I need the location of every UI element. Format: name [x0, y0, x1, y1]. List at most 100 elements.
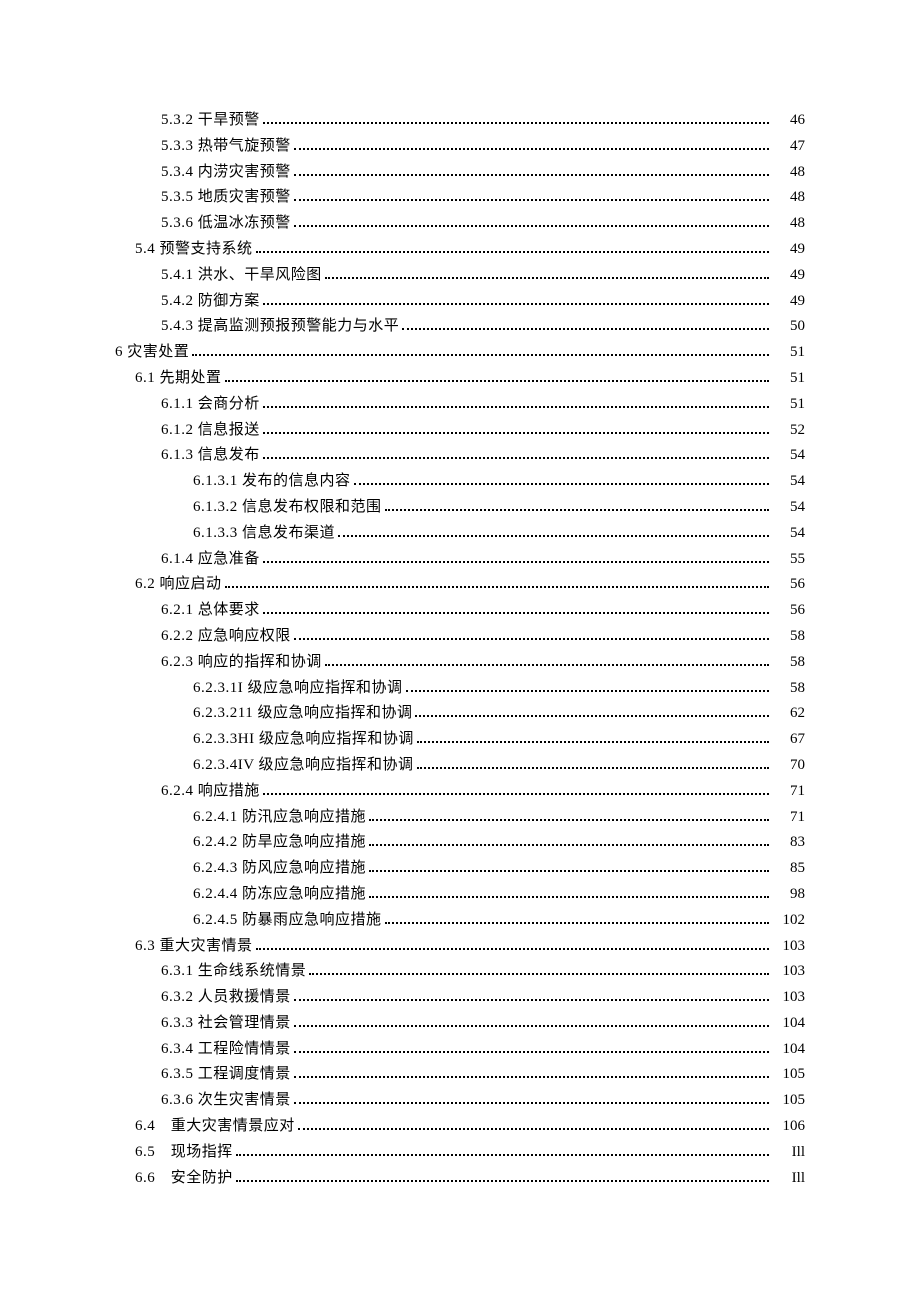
toc-entry-page: 58: [772, 676, 805, 702]
toc-entry-label: 6.3.5 工程调度情景: [161, 1062, 291, 1088]
toc-entry[interactable]: 6.3.6 次生灾害情景 105: [115, 1088, 805, 1114]
toc-entry[interactable]: 6.2.1 总体要求56: [115, 598, 805, 624]
toc-entry[interactable]: 6.3.4 工程险情情景104: [115, 1037, 805, 1063]
toc-leader-dots: [236, 1154, 769, 1156]
toc-entry[interactable]: 6.2 响应启动 56: [115, 572, 805, 598]
toc-entry[interactable]: 6.1.3.3 信息发布渠道54: [115, 521, 805, 547]
toc-leader-dots: [309, 973, 769, 975]
toc-entry[interactable]: 6.2.3.3HI 级应急响应指挥和协调67: [115, 727, 805, 753]
toc-entry-label: 6.3.6 次生灾害情景: [161, 1088, 291, 1114]
toc-entry[interactable]: 6.1.3.1 发布的信息内容54: [115, 469, 805, 495]
toc-entry[interactable]: 6.3 重大灾害情景103: [115, 934, 805, 960]
toc-leader-dots: [417, 767, 769, 769]
toc-entry-label: 5.4.2 防御方案: [161, 289, 260, 315]
toc-entry[interactable]: 6.2.2 应急响应权限58: [115, 624, 805, 650]
toc-entry-page: 55: [772, 547, 805, 573]
toc-leader-dots: [236, 1180, 769, 1182]
toc-entry-label: 6.3.1 生命线系统情景: [161, 959, 306, 985]
toc-entry-label: 6.2.4.5 防暴雨应急响应措施: [193, 908, 382, 934]
toc-entry-page: 47: [772, 134, 805, 160]
toc-entry[interactable]: 6.2.3.1I 级应急响应指挥和协调58: [115, 676, 805, 702]
toc-entry-page: 54: [772, 469, 805, 495]
toc-entry[interactable]: 6.1 先期处置 51: [115, 366, 805, 392]
toc-leader-dots: [354, 483, 769, 485]
toc-entry-page: Ill: [772, 1166, 805, 1192]
toc-entry-page: 67: [772, 727, 805, 753]
toc-entry-page: 106: [772, 1114, 805, 1140]
toc-entry[interactable]: 5.4.3 提高监测预报预警能力与水平50: [115, 314, 805, 340]
toc-entry-page: 105: [772, 1088, 805, 1114]
toc-leader-dots: [263, 561, 769, 563]
toc-entry-label: 6.1.3.2 信息发布权限和范围: [193, 495, 382, 521]
toc-entry[interactable]: 6.1.3.2 信息发布权限和范围 54: [115, 495, 805, 521]
toc-entry[interactable]: 6.5 现场指挥Ill: [115, 1140, 805, 1166]
toc-entry-page: 54: [772, 495, 805, 521]
toc-entry-label: 5.3.2 干旱预警: [161, 108, 260, 134]
toc-entry[interactable]: 6.2.4.5 防暴雨应急响应措施 102: [115, 908, 805, 934]
toc-entry-page: 56: [772, 572, 805, 598]
toc-entry-label: 5.3.4 内涝灾害预警: [161, 160, 291, 186]
toc-entry-page: 102: [772, 908, 805, 934]
toc-entry[interactable]: 6.3.2 人员救援情景103: [115, 985, 805, 1011]
toc-leader-dots: [263, 122, 769, 124]
toc-leader-dots: [294, 225, 769, 227]
toc-entry[interactable]: 6.1.4 应急准备 55: [115, 547, 805, 573]
toc-entry-label: 6.2.4 响应措施: [161, 779, 260, 805]
toc-leader-dots: [294, 999, 769, 1001]
toc-leader-dots: [369, 819, 769, 821]
toc-entry-label: 6.2.4.1 防汛应急响应措施: [193, 805, 366, 831]
toc-leader-dots: [338, 535, 769, 537]
toc-entry[interactable]: 5.4 预警支持系统49: [115, 237, 805, 263]
toc-entry-page: 62: [772, 701, 805, 727]
toc-entry[interactable]: 6.2.3 响应的指挥和协调58: [115, 650, 805, 676]
toc-leader-dots: [385, 509, 769, 511]
toc-entry[interactable]: 6.2.4.4 防冻应急响应措施98: [115, 882, 805, 908]
toc-entry-label: 6.3 重大灾害情景: [135, 934, 253, 960]
toc-entry[interactable]: 6.1.1 会商分析51: [115, 392, 805, 418]
toc-entry[interactable]: 5.4.1 洪水、干旱风险图49: [115, 263, 805, 289]
toc-entry[interactable]: 5.4.2 防御方案 49: [115, 289, 805, 315]
toc-entry[interactable]: 6.1.2 信息报送52: [115, 418, 805, 444]
toc-entry[interactable]: 6.3.3 社会管理情景104: [115, 1011, 805, 1037]
toc-entry[interactable]: 6.4 重大灾害情景应对106: [115, 1114, 805, 1140]
toc-leader-dots: [402, 328, 769, 330]
toc-entry[interactable]: 6.2.4.2 防旱应急响应措施83: [115, 830, 805, 856]
toc-entry-label: 6.1 先期处置: [135, 366, 222, 392]
toc-leader-dots: [263, 612, 769, 614]
toc-entry[interactable]: 6.3.1 生命线系统情景103: [115, 959, 805, 985]
toc-leader-dots: [263, 457, 769, 459]
toc-entry-page: 71: [772, 805, 805, 831]
toc-entry[interactable]: 6.1.3 信息发布54: [115, 443, 805, 469]
toc-entry[interactable]: 6.2.4.1 防汛应急响应措施 71: [115, 805, 805, 831]
toc-entry[interactable]: 5.3.6 低温冰冻预警48: [115, 211, 805, 237]
toc-leader-dots: [369, 870, 769, 872]
toc-entry[interactable]: 5.3.3 热带气旋预警47: [115, 134, 805, 160]
toc-entry[interactable]: 6.2.3.4IV 级应急响应指挥和协调70: [115, 753, 805, 779]
toc-entry-label: 6.1.4 应急准备: [161, 547, 260, 573]
toc-entry[interactable]: 6.2.4 响应措施71: [115, 779, 805, 805]
toc-entry[interactable]: 5.3.4 内涝灾害预警48: [115, 160, 805, 186]
toc-entry-label: 6.3.4 工程险情情景: [161, 1037, 291, 1063]
toc-leader-dots: [263, 793, 769, 795]
toc-leader-dots: [417, 741, 769, 743]
toc-entry-page: 103: [772, 985, 805, 1011]
toc-entry-label: 5.3.6 低温冰冻预警: [161, 211, 291, 237]
toc-entry[interactable]: 6.2.4.3 防风应急响应措施85: [115, 856, 805, 882]
toc-leader-dots: [294, 1076, 769, 1078]
toc-entry-page: 85: [772, 856, 805, 882]
toc-entry[interactable]: 5.3.5 地质灾害预警48: [115, 185, 805, 211]
toc-entry-page: 49: [772, 289, 805, 315]
toc-entry[interactable]: 6 灾害处置51: [115, 340, 805, 366]
toc-entry-label: 6.2 响应启动: [135, 572, 222, 598]
toc-entry-label: 6.1.3.3 信息发布渠道: [193, 521, 335, 547]
toc-entry[interactable]: 6.3.5 工程调度情景105: [115, 1062, 805, 1088]
toc-entry-page: 83: [772, 830, 805, 856]
toc-entry-page: 49: [772, 263, 805, 289]
toc-entry[interactable]: 6.2.3.211 级应急响应指挥和协调62: [115, 701, 805, 727]
toc-entry-page: 51: [772, 340, 805, 366]
toc-entry[interactable]: 5.3.2 干旱预警46: [115, 108, 805, 134]
toc-leader-dots: [415, 715, 769, 717]
toc-entry-page: 51: [772, 366, 805, 392]
toc-entry[interactable]: 6.6 安全防护Ill: [115, 1166, 805, 1192]
toc-entry-label: 6.2.3.4IV 级应急响应指挥和协调: [193, 753, 414, 779]
